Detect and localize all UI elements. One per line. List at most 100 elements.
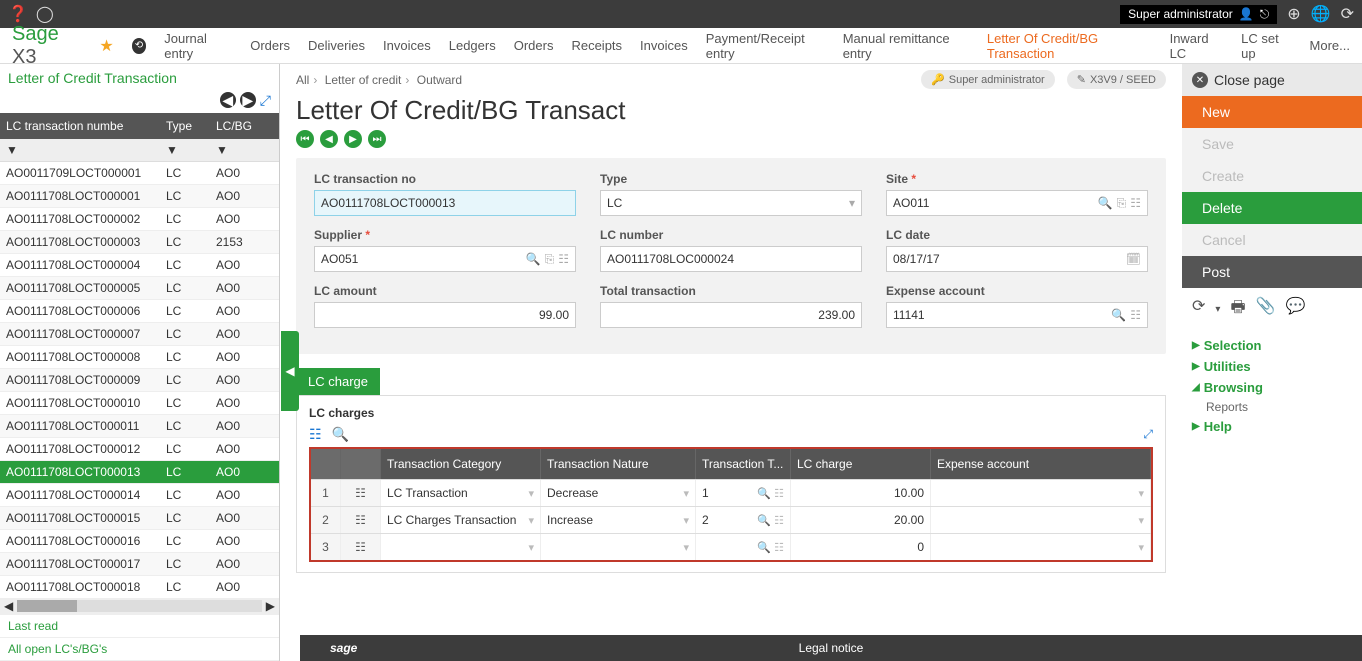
list-row[interactable]: AO0011709LOCT000001LCAO0 — [0, 162, 279, 185]
delete-button[interactable]: Delete — [1182, 192, 1362, 224]
crumb-all[interactable]: All — [296, 73, 309, 87]
logout-icon[interactable]: ⎋ — [1260, 7, 1270, 22]
chip-env[interactable]: ✎X3V9 / SEED — [1067, 70, 1166, 89]
filter-num-icon[interactable]: ▼ — [0, 139, 160, 161]
post-button[interactable]: Post — [1182, 256, 1362, 288]
grid-head-category[interactable]: Transaction Category — [381, 449, 541, 479]
input-site[interactable]: AO011🔍⎘☷ — [886, 190, 1148, 216]
menu-receipts[interactable]: Receipts — [571, 38, 622, 53]
input-lc-number[interactable]: AO0111708LOC000024 — [600, 246, 862, 272]
link-browsing[interactable]: ◢Browsing — [1182, 377, 1362, 398]
list-row[interactable]: AO0111708LOCT000013LCAO0 — [0, 461, 279, 484]
comment-icon[interactable]: 💬 — [1285, 296, 1305, 323]
crumb-outward[interactable]: Outward — [417, 73, 462, 87]
menu-deliveries[interactable]: Deliveries — [308, 38, 365, 53]
grid-expand-icon[interactable]: ⤢ — [1143, 427, 1153, 442]
left-footer-all-open[interactable]: All open LC's/BG's — [0, 637, 279, 661]
collapse-left-icon[interactable]: ◀ — [281, 331, 299, 411]
expand-icon[interactable]: ⤢ — [260, 92, 271, 109]
last-record-icon[interactable]: ⏭ — [368, 130, 386, 148]
new-button[interactable]: New — [1182, 96, 1362, 128]
dropdown-icon[interactable]: ▾ — [849, 196, 855, 210]
refresh-icon[interactable]: ⟳ — [1341, 4, 1354, 24]
print-icon[interactable]: 🖶 — [1230, 296, 1245, 323]
brand[interactable]: Sage X3 — [12, 23, 81, 69]
menu-journal-entry[interactable]: Journal entry — [164, 31, 232, 61]
next-record-icon[interactable]: ▶ — [344, 130, 362, 148]
list-row[interactable]: AO0111708LOCT000004LCAO0 — [0, 254, 279, 277]
compass-icon[interactable]: ⊕ — [1287, 4, 1300, 24]
menu-orders-2[interactable]: Orders — [514, 38, 554, 53]
user-box[interactable]: Super administrator 👤 ⎋ — [1120, 5, 1277, 24]
help-icon[interactable]: ❓ — [8, 4, 28, 24]
attach-icon[interactable]: 📎 — [1256, 296, 1276, 323]
menu-orders-1[interactable]: Orders — [250, 38, 290, 53]
world-icon[interactable]: 🌐 — [1311, 4, 1331, 24]
grid-row[interactable]: 2 ☷ LC Charges Transaction▾ Increase▾ 2🔍… — [311, 506, 1151, 533]
menu-payment-receipt-entry[interactable]: Payment/Receipt entry — [706, 31, 825, 61]
hscroll-thumb[interactable] — [17, 600, 77, 612]
grid-head-type[interactable]: Transaction T... — [696, 449, 791, 479]
list-icon[interactable]: ☷ — [1130, 196, 1141, 211]
list-row[interactable]: AO0111708LOCT000016LCAO0 — [0, 530, 279, 553]
list-row[interactable]: AO0111708LOCT000008LCAO0 — [0, 346, 279, 369]
goto-icon[interactable]: ⎘ — [545, 252, 555, 267]
hscroll-left-icon[interactable]: ◀ — [0, 599, 17, 613]
menu-more[interactable]: More... — [1310, 38, 1350, 53]
favorite-icon[interactable]: ★ — [99, 36, 113, 56]
menu-manual-remittance-entry[interactable]: Manual remittance entry — [843, 31, 969, 61]
chip-user[interactable]: 🔑Super administrator — [921, 70, 1055, 89]
grid-row[interactable]: 1 ☷ LC Transaction▾ Decrease▾ 1🔍 ☷ 10.00… — [311, 479, 1151, 506]
menu-letter-of-credit[interactable]: Letter Of Credit/BG Transaction — [987, 31, 1152, 61]
list-row[interactable]: AO0111708LOCT000002LCAO0 — [0, 208, 279, 231]
col-header-type[interactable]: Type — [160, 113, 210, 139]
list-row[interactable]: AO0111708LOCT000015LCAO0 — [0, 507, 279, 530]
list-icon[interactable]: ☷ — [1130, 308, 1141, 322]
menu-invoices-1[interactable]: Invoices — [383, 38, 431, 53]
grid-head-expense[interactable]: Expense account — [931, 449, 1151, 479]
input-lc-amount[interactable]: 99.00 — [314, 302, 576, 328]
grid-head-charge[interactable]: LC charge — [791, 449, 931, 479]
next-icon[interactable]: ▶ — [240, 92, 256, 108]
list-row[interactable]: AO0111708LOCT000009LCAO0 — [0, 369, 279, 392]
input-lc-date[interactable]: 08/17/17🗓 — [886, 246, 1148, 272]
list-row[interactable]: AO0111708LOCT000011LCAO0 — [0, 415, 279, 438]
link-reports[interactable]: Reports — [1182, 398, 1362, 416]
section-tab-label[interactable]: LC charge — [296, 368, 380, 395]
search-icon[interactable]: 🔍 — [1098, 196, 1113, 211]
calendar-icon[interactable]: 🗓 — [1126, 252, 1141, 266]
col-header-lcbg[interactable]: LC/BG — [210, 113, 279, 139]
left-footer-last-read[interactable]: Last read — [0, 614, 279, 637]
menu-ledgers[interactable]: Ledgers — [449, 38, 496, 53]
goto-icon[interactable]: ⎘ — [1117, 196, 1127, 211]
input-supplier[interactable]: AO051🔍⎘☷ — [314, 246, 576, 272]
list-row[interactable]: AO0111708LOCT000007LCAO0 — [0, 323, 279, 346]
list-icon[interactable]: ☷ — [558, 252, 569, 267]
link-utilities[interactable]: ▶Utilities — [1182, 356, 1362, 377]
footer-legal[interactable]: Legal notice — [799, 641, 864, 655]
input-lc-trans-no[interactable]: AO0111708LOCT000013 — [314, 190, 576, 216]
prev-icon[interactable]: ◀ — [220, 92, 236, 108]
list-row[interactable]: AO0111708LOCT000012LCAO0 — [0, 438, 279, 461]
link-help[interactable]: ▶Help — [1182, 416, 1362, 437]
filter-type-icon[interactable]: ▼ — [160, 139, 210, 161]
menu-invoices-2[interactable]: Invoices — [640, 38, 688, 53]
list-row[interactable]: AO0111708LOCT000018LCAO0 — [0, 576, 279, 598]
input-total-trans[interactable]: 239.00 — [600, 302, 862, 328]
list-row[interactable]: AO0111708LOCT000006LCAO0 — [0, 300, 279, 323]
input-expense-acct[interactable]: 11141🔍☷ — [886, 302, 1148, 328]
menu-lc-setup[interactable]: LC set up — [1241, 31, 1291, 61]
grid-search-icon[interactable]: 🔍 — [332, 426, 349, 443]
first-record-icon[interactable]: ⏮ — [296, 130, 314, 148]
left-list[interactable]: AO0011709LOCT000001LCAO0 AO0111708LOCT000… — [0, 161, 279, 598]
crumb-letter-of-credit[interactable]: Letter of credit — [325, 73, 402, 87]
grid-card-icon[interactable]: ☷ — [309, 426, 322, 443]
close-page-button[interactable]: ✕ Close page — [1182, 64, 1362, 96]
link-selection[interactable]: ▶Selection — [1182, 335, 1362, 356]
grid-row[interactable]: 3 ☷ ▾ ▾ 🔍 ☷ 0 ▾ — [311, 533, 1151, 560]
globe-icon[interactable]: ◯ — [36, 4, 54, 24]
nav-left-icon[interactable]: ⟲ — [132, 38, 146, 54]
search-icon[interactable]: 🔍 — [1111, 308, 1126, 322]
grid-head-nature[interactable]: Transaction Nature — [541, 449, 696, 479]
search-icon[interactable]: 🔍 — [526, 252, 541, 267]
